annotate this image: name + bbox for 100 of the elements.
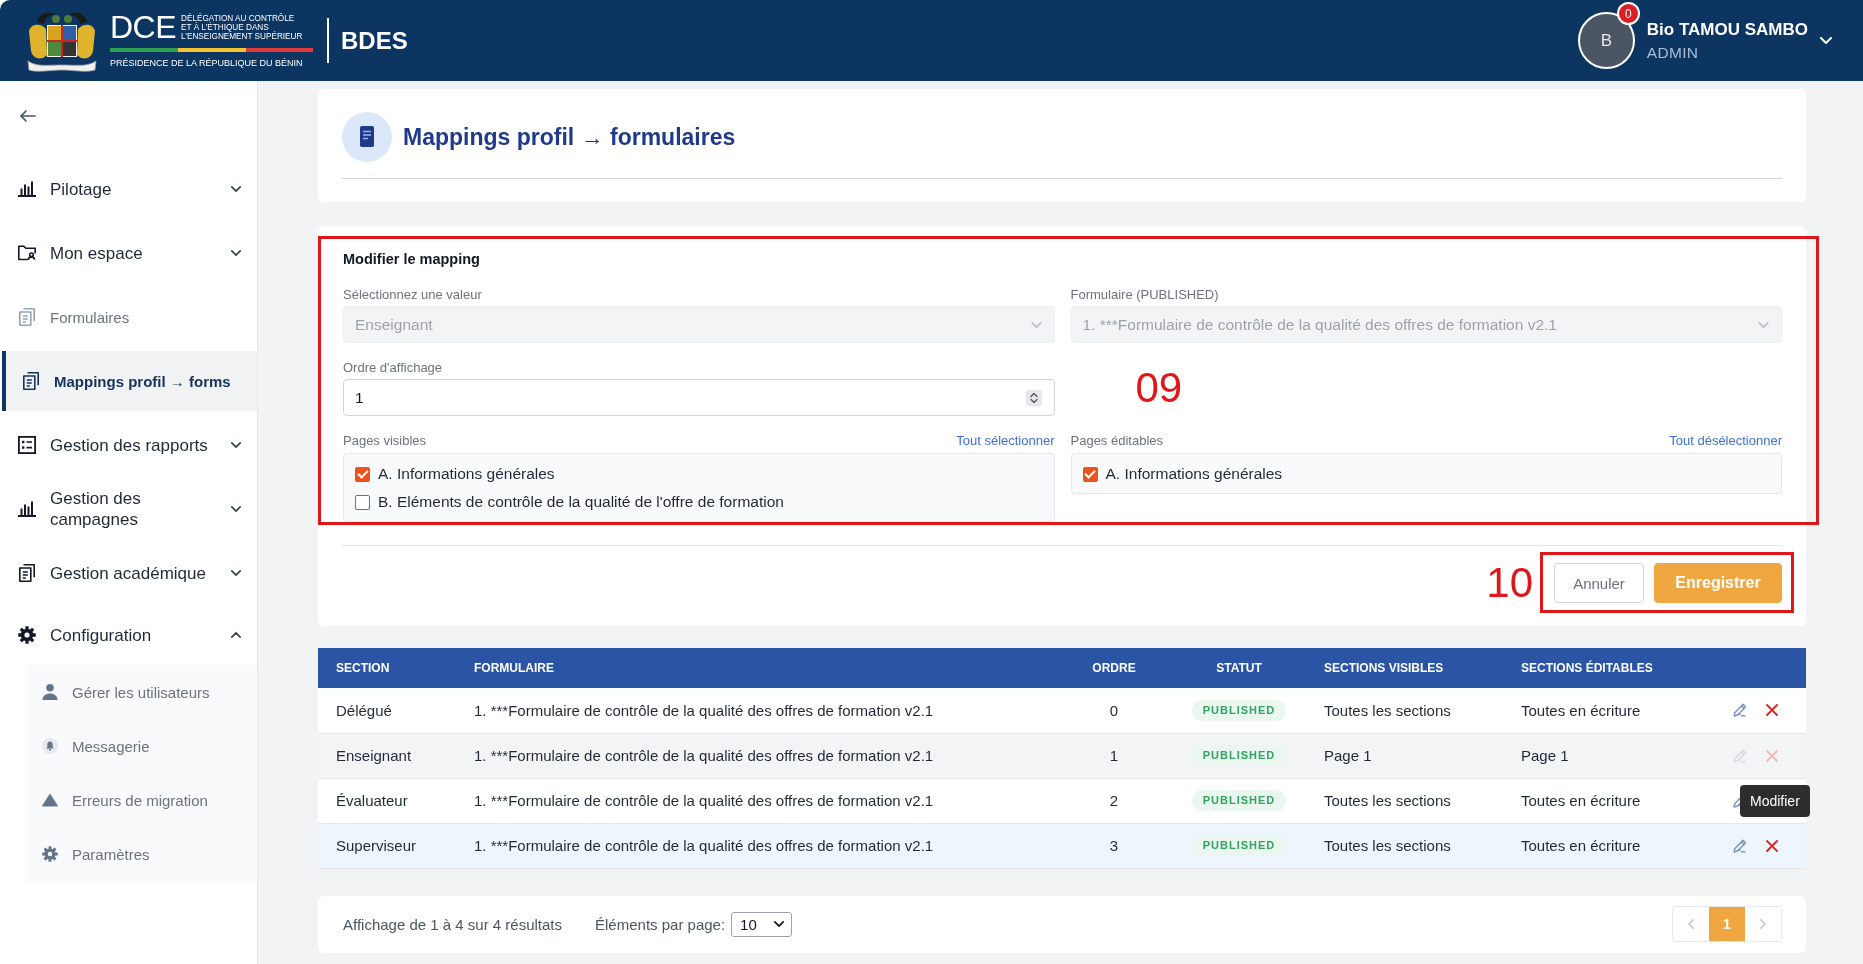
field-label: Formulaire (PUBLISHED)	[1070, 287, 1220, 303]
column-header: SECTION	[318, 648, 456, 688]
table-cell: 3	[1056, 823, 1172, 868]
table-cell: Enseignant	[318, 733, 456, 778]
table-cell: Toutes les sections	[1306, 778, 1503, 823]
table-cell: Délégué	[318, 688, 456, 733]
table-cell: 1. ***Formulaire de contrôle de la qualité des offres de formation v2.1	[456, 688, 1056, 733]
table-cell: Toutes en écriture	[1503, 688, 1715, 733]
checkbox-label: A. Informations générales	[1105, 465, 1283, 483]
sidebar-item[interactable]: Configuration	[0, 605, 257, 665]
chevron-down-icon	[1030, 321, 1042, 328]
submenu-item[interactable]: Erreurs de migration	[26, 773, 257, 827]
documents-icon	[18, 308, 36, 326]
submenu-item[interactable]: Paramètres	[26, 827, 257, 881]
toggle-all-link[interactable]: Tout sélectionner	[956, 433, 1055, 449]
arrow-left-icon[interactable]	[20, 110, 36, 122]
per-page-label: Éléments par page:	[595, 915, 726, 933]
submenu-item[interactable]: Messagerie	[26, 719, 257, 773]
column-header: SECTIONS VISIBLES	[1306, 648, 1503, 688]
chevron-down-icon	[1758, 321, 1769, 328]
results-summary: Affichage de 1 à 4 sur 4 résultats	[343, 915, 563, 933]
status-badge: PUBLISHED	[1191, 745, 1287, 766]
cross-icon[interactable]	[1766, 704, 1778, 717]
field-label: Sélectionnez une valeur	[343, 287, 483, 303]
sidebar-item[interactable]: Mappings profil → forms	[2, 351, 257, 411]
annotation-number: 10	[1486, 561, 1533, 604]
chevron-down-icon[interactable]	[1820, 37, 1832, 44]
pencil-icon[interactable]	[1733, 703, 1747, 718]
bar-chart-icon	[18, 500, 36, 518]
number-input[interactable]: 1	[343, 379, 1055, 416]
table-cell: Toutes en écriture	[1503, 823, 1715, 868]
submenu-item[interactable]: Gérer les utilisateurs	[26, 665, 257, 719]
table-cell: Toutes en écriture	[1503, 778, 1715, 823]
table-cell: Page 1	[1306, 733, 1503, 778]
chevron-right-icon	[1760, 919, 1766, 929]
status-badge: PUBLISHED	[1191, 835, 1287, 856]
table-cell: 1	[1056, 733, 1172, 778]
cross-icon[interactable]	[1766, 839, 1778, 852]
list-icon	[18, 436, 36, 454]
form-heading: Modifier le mapping	[343, 251, 481, 267]
toggle-all-link[interactable]: Tout désélectionner	[1669, 433, 1782, 449]
table-cell: Toutes les sections	[1306, 823, 1503, 868]
checkbox[interactable]	[355, 466, 370, 482]
sidebar-item[interactable]: Gestion académique	[0, 541, 257, 605]
spinner-icon[interactable]	[1025, 389, 1042, 406]
user-icon	[42, 684, 58, 700]
table-cell: 1. ***Formulaire de contrôle de la qualité des offres de formation v2.1	[456, 823, 1056, 868]
gear-icon	[42, 846, 58, 862]
notification-badge: 0	[1616, 2, 1640, 25]
book-icon	[342, 112, 392, 162]
chevron-left-icon	[1688, 919, 1694, 929]
table-cell: 0	[1056, 688, 1172, 733]
checkbox-label: B. Eléments de contrôle de la qualité de l'offre de formation	[378, 493, 784, 511]
folder-user-icon	[18, 244, 36, 262]
logo-acronym: DCE	[110, 13, 177, 41]
status-badge: PUBLISHED	[1191, 699, 1287, 721]
annotation-number: 09	[1134, 363, 1184, 413]
gear-icon	[18, 626, 36, 644]
cancel-button[interactable]: Annuler	[1554, 563, 1644, 603]
chevron-down-icon	[774, 921, 785, 927]
user-role: ADMIN	[1646, 43, 1700, 62]
app-name: BDES	[341, 26, 408, 55]
tooltip: Modifier	[1740, 784, 1810, 817]
logo-text: L’ENSEIGNEMENT SUPÉRIEUR	[181, 31, 303, 41]
documents-icon	[18, 564, 36, 582]
per-page-select[interactable]: 10	[731, 911, 793, 937]
pencil-icon[interactable]	[1733, 838, 1747, 853]
page-title: Mappings profil → formulaires	[403, 123, 736, 151]
table-cell: Évaluateur	[318, 778, 456, 823]
logo-subtitle: PRÉSIDENCE DE LA RÉPUBLIQUE DU BÉNIN	[110, 57, 304, 68]
column-header: ORDRE	[1056, 648, 1172, 688]
field-label: Ordre d'affichage	[343, 360, 444, 376]
table-cell: 1. ***Formulaire de contrôle de la qualité des offres de formation v2.1	[456, 733, 1056, 778]
flag-stripe-icon	[110, 47, 313, 52]
sidebar-item[interactable]: Gestion des rapports	[0, 413, 257, 477]
logo-text: ET À L’ÉTHIQUE DANS	[181, 22, 269, 32]
bell-icon	[42, 738, 58, 754]
checkbox-label: A. Informations générales	[378, 465, 555, 483]
field-label: Pages visibles	[343, 433, 427, 449]
logo-text: DÉLÉGATION AU CONTRÔLE	[181, 13, 296, 23]
table-cell: 2	[1056, 778, 1172, 823]
triangle-icon	[42, 792, 58, 808]
checkbox[interactable]	[1082, 466, 1098, 482]
sidebar-item[interactable]: Pilotage	[0, 157, 257, 221]
status-badge: PUBLISHED	[1191, 790, 1287, 811]
field-label: Pages éditables	[1070, 433, 1163, 449]
column-header: FORMULAIRE	[456, 648, 1056, 688]
sidebar-item[interactable]: Formulaires	[0, 285, 257, 349]
column-header: STATUT	[1172, 648, 1306, 688]
column-header: SECTIONS ÉDITABLES	[1503, 648, 1715, 688]
user-name: Bio TAMOU SAMBO	[1646, 19, 1808, 40]
table-cell: Superviseur	[318, 823, 456, 868]
sidebar-item[interactable]: Mon espace	[0, 221, 257, 285]
documents-icon	[22, 372, 40, 390]
sidebar-item[interactable]: Gestion des campagnes	[0, 477, 257, 541]
bar-chart-icon	[18, 180, 36, 198]
table-cell: 1. ***Formulaire de contrôle de la qualité des offres de formation v2.1	[456, 778, 1056, 823]
table-cell: Toutes les sections	[1306, 688, 1503, 733]
checkbox[interactable]	[355, 494, 370, 510]
table-cell: Page 1	[1503, 733, 1715, 778]
